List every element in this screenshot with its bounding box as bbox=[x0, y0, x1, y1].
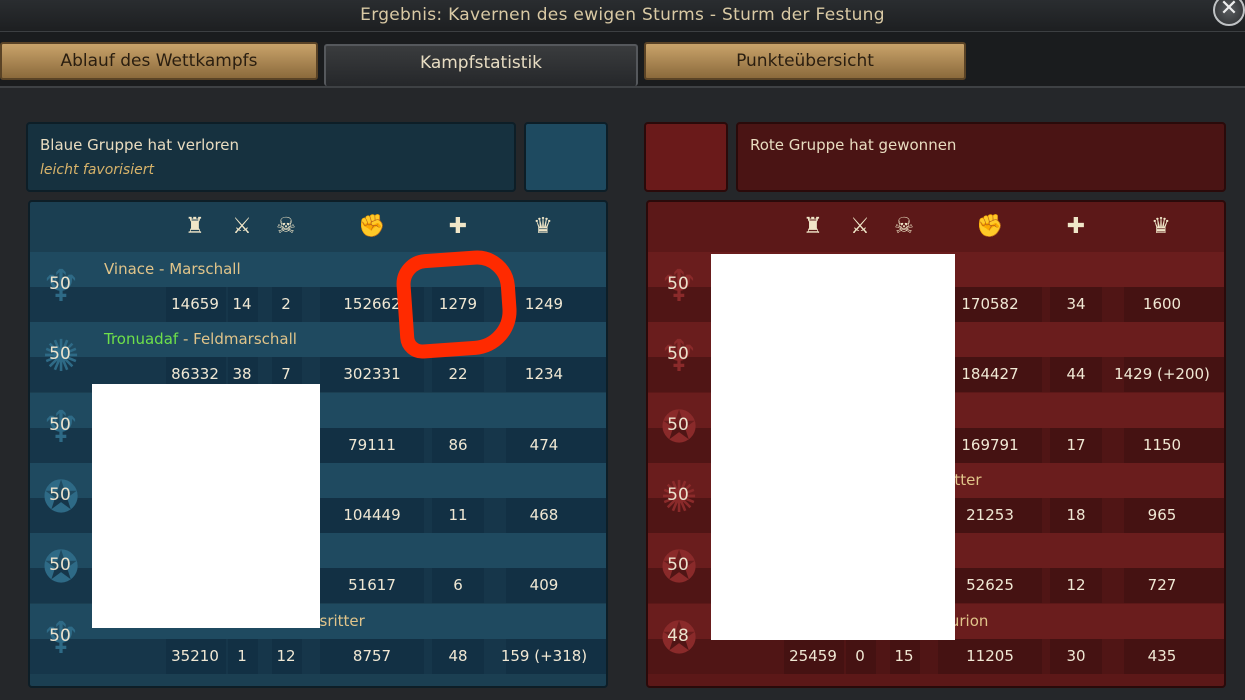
stat-crossed-swords: 38 bbox=[232, 365, 252, 384]
stat-crossed-swords: 1 bbox=[237, 646, 247, 665]
stat-crown: 409 bbox=[529, 576, 559, 595]
tab-ablauf[interactable]: Ablauf des Wettkampfs bbox=[0, 42, 318, 80]
stat-skull: 7 bbox=[281, 365, 291, 384]
stat-fist: 51617 bbox=[348, 576, 396, 595]
stat-crown: 474 bbox=[529, 435, 559, 454]
stat-fist: 21253 bbox=[966, 505, 1014, 524]
tab-bar: Ablauf des Wettkampfs Kampfstatistik Pun… bbox=[0, 40, 1245, 86]
tab-kampfstatistik[interactable]: Kampfstatistik bbox=[324, 44, 638, 86]
stat-fist: 104449 bbox=[343, 505, 401, 524]
blue-subtitle: leicht favorisiert bbox=[40, 162, 154, 178]
player-row: ♆ 50 Vinace - Marschall 14659 14 2 152662 1279 1… bbox=[30, 252, 606, 322]
skull-icon: ☠ bbox=[276, 214, 296, 239]
stat-crown: 1150 bbox=[1142, 435, 1182, 454]
highlight-scribble bbox=[394, 248, 520, 360]
crown-icon: ♛ bbox=[1151, 214, 1171, 239]
player-name[interactable]: Vinace - Marschall bbox=[104, 260, 241, 278]
crossed-swords-icon: ⚔ bbox=[232, 214, 252, 239]
plus-icon: ✚ bbox=[1066, 214, 1086, 239]
player-name[interactable]: Tronuadaf - Feldmarschall bbox=[104, 330, 297, 348]
player-level: 50 bbox=[49, 484, 71, 505]
player-level: 50 bbox=[667, 274, 689, 294]
player-level: 50 bbox=[49, 344, 71, 365]
stat-skull: 15 bbox=[894, 646, 914, 665]
player-rank: Feldmarschall bbox=[193, 330, 297, 349]
crossed-swords-icon: ⚔ bbox=[850, 214, 870, 239]
stat-crown: 1600 bbox=[1142, 295, 1182, 313]
fist-icon: ✊ bbox=[358, 214, 386, 239]
player-level: 50 bbox=[49, 414, 71, 435]
stat-fist: 170582 bbox=[961, 295, 1019, 313]
red-team-color-swatch bbox=[644, 122, 728, 192]
player-level: 50 bbox=[667, 484, 689, 505]
stat-crown: 1429 (+200) bbox=[1114, 365, 1210, 384]
stat-plus: 6 bbox=[453, 576, 463, 595]
stat-crown: 435 bbox=[1147, 646, 1177, 665]
blue-team-color-swatch bbox=[524, 122, 608, 192]
stat-plus: 22 bbox=[448, 365, 468, 384]
stat-fist: 8757 bbox=[352, 646, 392, 665]
stat-fist: 184427 bbox=[961, 365, 1019, 384]
stat-plus: 48 bbox=[448, 646, 468, 665]
red-result-box: Rote Gruppe hat gewonnen bbox=[736, 122, 1226, 192]
window-title-bar: Ergebnis: Kavernen des ewigen Sturms - S… bbox=[0, 0, 1245, 32]
stat-crossed-swords: 0 bbox=[855, 646, 865, 665]
blue-result-box: Blaue Gruppe hat verloren leicht favoris… bbox=[26, 122, 516, 192]
stat-tower: 86332 bbox=[171, 365, 219, 384]
stat-plus: 34 bbox=[1066, 295, 1086, 313]
stat-crown: 468 bbox=[529, 505, 559, 524]
stat-tower: 14659 bbox=[171, 295, 219, 313]
tab-punkteuebersicht[interactable]: Punkteübersicht bbox=[644, 42, 966, 80]
stat-tower: 25459 bbox=[789, 646, 837, 665]
red-column-header: ♜ ⚔ ☠ ✊ ✚ ♛ bbox=[648, 202, 1224, 252]
stat-plus: 18 bbox=[1066, 505, 1086, 524]
plus-icon: ✚ bbox=[448, 214, 468, 239]
player-name-text: Vinace bbox=[104, 260, 155, 278]
window-title: Ergebnis: Kavernen des ewigen Sturms - S… bbox=[360, 5, 885, 25]
player-name-text: Tronuadaf bbox=[104, 330, 179, 349]
stat-crown: 1234 bbox=[524, 365, 564, 384]
crown-icon: ♛ bbox=[533, 214, 553, 239]
name-separator: - bbox=[154, 260, 170, 278]
tower-icon: ♜ bbox=[185, 214, 205, 239]
stat-fist: 11205 bbox=[966, 646, 1014, 665]
skull-icon: ☠ bbox=[894, 214, 914, 239]
name-separator: - bbox=[178, 330, 194, 349]
red-result-text: Rote Gruppe hat gewonnen bbox=[750, 136, 957, 154]
stat-plus: 17 bbox=[1066, 435, 1086, 454]
redaction-box-red bbox=[711, 254, 955, 640]
blue-result-text: Blaue Gruppe hat verloren bbox=[40, 136, 240, 154]
stat-skull: 2 bbox=[281, 295, 291, 313]
player-row: ✺ 50 Tronuadaf - Feldmarschall 86332 38 7 3023… bbox=[30, 322, 606, 393]
stat-plus: 11 bbox=[448, 505, 468, 524]
player-level: 50 bbox=[667, 344, 689, 365]
blue-column-header: ♜ ⚔ ☠ ✊ ✚ ♛ bbox=[30, 202, 606, 252]
tower-icon: ♜ bbox=[803, 214, 823, 239]
stat-plus: 12 bbox=[1066, 576, 1086, 595]
player-level: 50 bbox=[667, 555, 689, 576]
stat-crown: 965 bbox=[1147, 505, 1177, 524]
player-level: 50 bbox=[49, 625, 71, 646]
stat-crown: 159 (+318) bbox=[500, 646, 588, 665]
stat-plus: 86 bbox=[448, 435, 468, 454]
stats-content: Blaue Gruppe hat verloren leicht favoris… bbox=[0, 86, 1245, 700]
stat-fist: 52625 bbox=[966, 576, 1014, 595]
stat-plus: 44 bbox=[1066, 365, 1086, 384]
redaction-box-blue bbox=[92, 384, 320, 628]
player-level: 50 bbox=[49, 274, 71, 294]
fist-icon: ✊ bbox=[976, 214, 1004, 239]
stat-crown: 727 bbox=[1147, 576, 1177, 595]
player-level: 50 bbox=[667, 414, 689, 435]
player-level: 48 bbox=[667, 625, 689, 646]
stat-plus: 30 bbox=[1066, 646, 1086, 665]
stat-fist: 79111 bbox=[348, 435, 396, 454]
stat-fist: 302331 bbox=[343, 365, 401, 384]
player-level: 50 bbox=[49, 555, 71, 576]
stat-crossed-swords: 14 bbox=[232, 295, 252, 313]
stat-tower: 35210 bbox=[171, 646, 219, 665]
stat-skull: 12 bbox=[276, 646, 296, 665]
player-rank: Marschall bbox=[169, 260, 241, 278]
stat-fist: 169791 bbox=[961, 435, 1019, 454]
